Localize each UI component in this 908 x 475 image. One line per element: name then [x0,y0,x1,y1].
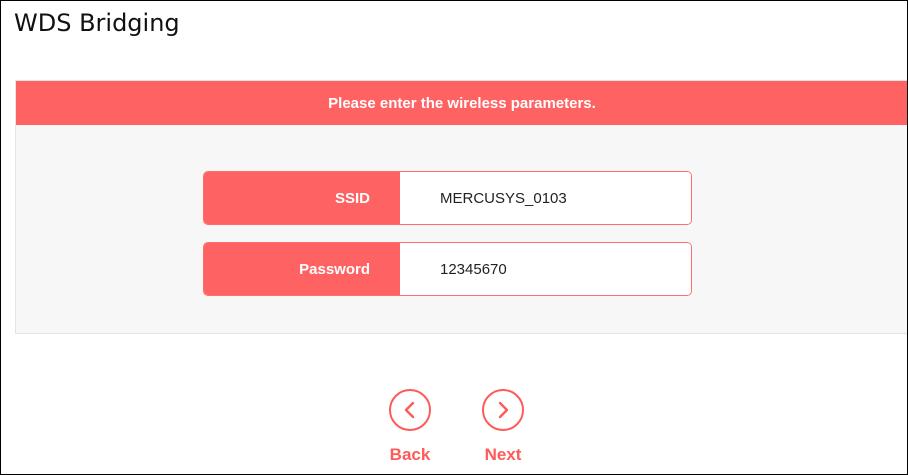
panel-header: Please enter the wireless parameters. [16,81,907,125]
page-title: WDS Bridging [14,9,180,37]
password-label: Password [204,243,400,295]
wireless-parameters-panel: Please enter the wireless parameters. SS… [15,80,907,334]
chevron-left-icon[interactable] [389,389,431,431]
back-label[interactable]: Back [390,445,431,465]
ssid-field-row: SSID [203,171,692,225]
next-label[interactable]: Next [485,445,522,465]
next-button[interactable]: Next [482,389,524,465]
ssid-input[interactable] [400,172,691,224]
password-field-row: Password [203,242,692,296]
password-input[interactable] [400,243,691,295]
chevron-right-icon[interactable] [482,389,524,431]
ssid-label: SSID [204,172,400,224]
back-button[interactable]: Back [389,389,431,465]
wizard-frame: WDS Bridging Please enter the wireless p… [0,0,908,475]
